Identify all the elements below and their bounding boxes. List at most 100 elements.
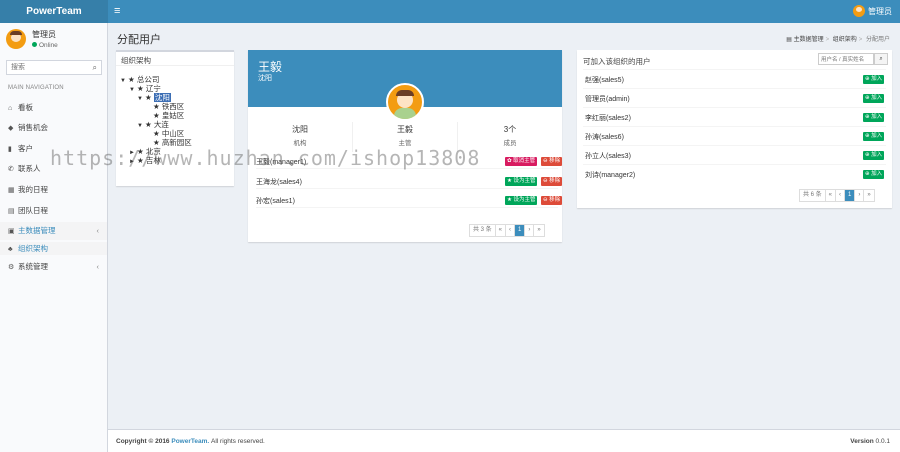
user-search	[818, 53, 874, 65]
caret-down-icon: ▼	[129, 87, 135, 93]
add-user-button[interactable]: ⊕ 加入	[863, 151, 885, 160]
pager-prev[interactable]: ‹	[836, 190, 846, 201]
member-name: 王毅(manager1)	[256, 159, 307, 166]
phone-icon: ✆	[8, 166, 14, 173]
member-row: 孙宏(sales1) ★ 设为主管 ⊖ 移除	[256, 192, 563, 208]
sidebar-item-my-schedule[interactable]: ▦ 我的日程	[0, 181, 107, 199]
calendar-icon: ▦	[8, 187, 15, 194]
pager-first[interactable]: «	[496, 225, 507, 236]
chevron-left-icon: ‹	[96, 226, 100, 235]
org-profile-panel: 王毅 沈阳 沈阳 机构 王毅 主管 3个 成员 王毅(manager1) ✿ 取消主管…	[248, 50, 563, 242]
sidebar-item-master-data[interactable]: ▣ 主数据管理 ‹	[0, 222, 107, 240]
sidebar: 管理员 Online ⌕ MAIN NAVIGATION ⌂看板 ◆销售机会 ▮…	[0, 23, 108, 452]
top-navbar: PowerTeam ≡ 管理员	[0, 0, 900, 23]
breadcrumb: ▤ 主数据管理 > 组织架构 > 分配用户	[786, 37, 890, 43]
pager-next[interactable]: ›	[525, 225, 535, 236]
data-icon: ▣	[8, 228, 15, 235]
breadcrumb-home-icon: ▤	[786, 37, 792, 43]
sidebar-item-customer[interactable]: ▮ 客户	[0, 140, 107, 158]
stat-manager: 王毅 主管	[353, 122, 458, 152]
org-tree-panel: 组织架构 ▼ ★ 总公司 ▼ ★ 辽宁 ▼ ★ 沈阳 ★ 铁西区 ★ 皇姑区 ▼…	[116, 50, 234, 186]
user-avatar-icon	[853, 5, 865, 17]
chevron-left-icon: ‹	[96, 262, 100, 271]
pager-total: 共 6 条	[800, 190, 826, 201]
member-row: 王海龙(sales4) ★ 设为主管 ⊖ 移除	[256, 173, 563, 189]
list-item: 管理员(admin) ⊕ 加入	[583, 88, 886, 107]
set-manager-button[interactable]: ★ 设为主管	[505, 177, 538, 186]
sidebar-item-opportunity[interactable]: ◆ 销售机会	[0, 119, 107, 137]
pager-page-1[interactable]: 1	[845, 190, 856, 201]
set-manager-button[interactable]: ★ 设为主管	[505, 196, 538, 205]
page-title: 分配用户	[117, 34, 161, 46]
online-dot-icon	[32, 42, 37, 47]
sidebar-item-team-schedule[interactable]: ▤ 团队日程	[0, 202, 107, 220]
user-menu-name: 管理员	[868, 6, 892, 16]
pager-last[interactable]: »	[864, 190, 873, 201]
pager-last[interactable]: »	[534, 225, 543, 236]
add-user-button[interactable]: ⊕ 加入	[863, 170, 885, 179]
remove-member-button[interactable]: ⊖ 移除	[541, 157, 563, 166]
pager-page-1[interactable]: 1	[515, 225, 526, 236]
footer-copyright: Copyright © 2016 PowerTeam. All rights r…	[116, 438, 265, 445]
menu-toggle-icon[interactable]: ≡	[114, 5, 120, 17]
list-item: 赵强(sales5) ⊕ 加入	[583, 69, 886, 88]
app-logo[interactable]: PowerTeam	[0, 0, 108, 23]
org-tree-title: 组织架构	[116, 52, 234, 66]
breadcrumb-item-master-data[interactable]: 主数据管理	[794, 37, 824, 43]
caret-right-icon: ►	[129, 159, 135, 165]
caret-down-icon: ▼	[120, 78, 126, 84]
org-icon: ♣	[8, 246, 13, 253]
breadcrumb-item-org[interactable]: 组织架构	[833, 37, 857, 43]
tree-node-jilin[interactable]: ► ★ 吉林	[129, 156, 161, 167]
stat-members: 3个 成员	[503, 125, 517, 147]
user-menu[interactable]: 管理员	[853, 5, 892, 17]
members-pager: 共 3 条 « ‹ 1 › »	[469, 224, 545, 237]
add-user-button[interactable]: ⊕ 加入	[863, 132, 885, 141]
remove-member-button[interactable]: ⊖ 移除	[541, 177, 563, 186]
member-name: 王海龙(sales4)	[256, 179, 302, 186]
add-user-button[interactable]: ⊕ 加入	[863, 113, 885, 122]
sidebar-item-org-structure[interactable]: ♣ 组织架构	[0, 242, 107, 255]
sidebar-item-system[interactable]: ⚙ 系统管理 ‹	[0, 258, 107, 276]
user-panel: 管理员 Online	[6, 29, 58, 49]
profile-avatar	[386, 83, 424, 121]
pager-next[interactable]: ›	[855, 190, 865, 201]
caret-down-icon: ▼	[137, 96, 143, 102]
pager-prev[interactable]: ‹	[506, 225, 516, 236]
search-icon[interactable]: ⌕	[93, 63, 97, 73]
users-pager: 共 6 条 « ‹ 1 › »	[799, 189, 875, 202]
pager-total: 共 3 条	[470, 225, 496, 236]
tree-node-huanggu[interactable]: ★ 皇姑区	[153, 111, 184, 120]
sidebar-search: ⌕	[6, 60, 102, 75]
sidebar-item-dashboard[interactable]: ⌂ 看板	[0, 99, 107, 117]
list-item: 孙立人(sales3) ⊕ 加入	[583, 145, 886, 164]
footer-brand-link[interactable]: PowerTeam.	[171, 438, 209, 445]
user-status: Online	[32, 42, 58, 49]
footer: Copyright © 2016 PowerTeam. All rights r…	[108, 429, 900, 452]
tree-node-zhongshan[interactable]: ★ 中山区	[153, 129, 184, 138]
stat-org: 沈阳 机构	[248, 122, 353, 152]
sidebar-search-input[interactable]	[7, 61, 87, 74]
nav-header: MAIN NAVIGATION	[8, 85, 64, 91]
user-panel-name: 管理员	[32, 30, 56, 39]
gear-icon: ⚙	[8, 264, 15, 271]
add-user-button[interactable]: ⊕ 加入	[863, 94, 885, 103]
tree-node-tiexi[interactable]: ★ 铁西区	[153, 102, 184, 111]
add-user-button[interactable]: ⊕ 加入	[863, 75, 885, 84]
footer-version: Version 0.0.1	[850, 438, 890, 445]
member-name: 孙宏(sales1)	[256, 198, 295, 205]
dashboard-icon: ⌂	[8, 105, 13, 112]
search-icon[interactable]: ⌕	[874, 53, 888, 65]
cancel-manager-button[interactable]: ✿ 取消主管	[505, 157, 538, 166]
available-users-panel: 可加入该组织的用户 ⌕ 赵强(sales5)⊕ 加入 管理员(admin)⊕ 加…	[577, 50, 892, 208]
remove-member-button[interactable]: ⊖ 移除	[541, 196, 563, 205]
pager-first[interactable]: «	[826, 190, 837, 201]
avatar	[6, 29, 26, 49]
breadcrumb-item-current: 分配用户	[865, 37, 890, 43]
customer-icon: ▮	[8, 146, 12, 153]
profile-subtitle: 沈阳	[258, 75, 272, 82]
available-users-title: 可加入该组织的用户	[583, 57, 651, 66]
user-search-input[interactable]	[819, 55, 871, 65]
tree-node-gaoxin[interactable]: ★ 高新园区	[153, 138, 192, 147]
sidebar-item-contact[interactable]: ✆ 联系人	[0, 160, 107, 178]
